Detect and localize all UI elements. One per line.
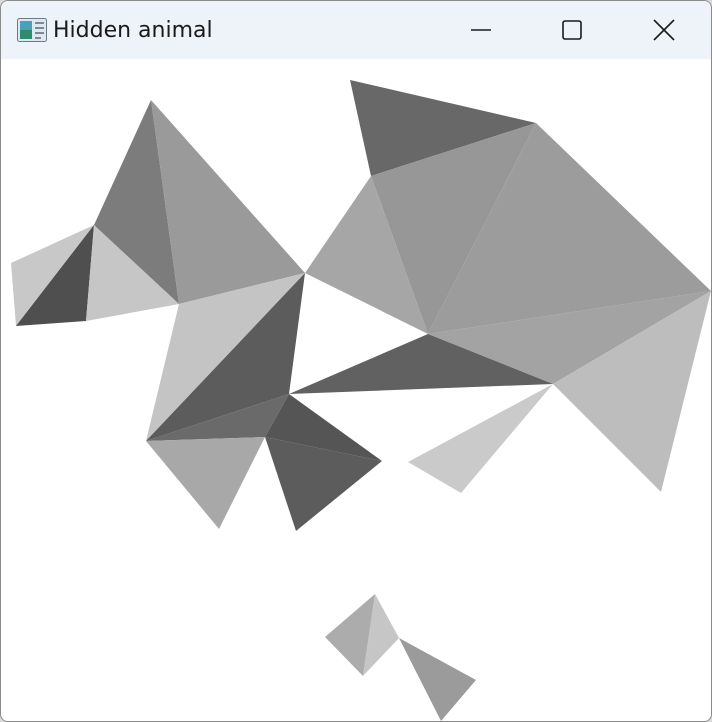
close-icon xyxy=(652,18,676,42)
close-button[interactable] xyxy=(618,1,710,59)
drawing-canvas[interactable] xyxy=(3,59,711,721)
shape-triangle xyxy=(146,437,265,529)
app-window-icon xyxy=(17,18,47,42)
shape-triangle xyxy=(399,638,476,721)
app-window: Hidden animal xyxy=(0,0,712,722)
shape-triangle xyxy=(408,384,553,493)
window-title: Hidden animal xyxy=(53,18,213,43)
minimize-icon xyxy=(470,19,492,41)
title-bar[interactable]: Hidden animal xyxy=(1,1,711,59)
maximize-icon xyxy=(561,19,583,41)
minimize-button[interactable] xyxy=(435,1,527,59)
maximize-button[interactable] xyxy=(526,1,618,59)
polygon-artwork xyxy=(11,80,711,721)
